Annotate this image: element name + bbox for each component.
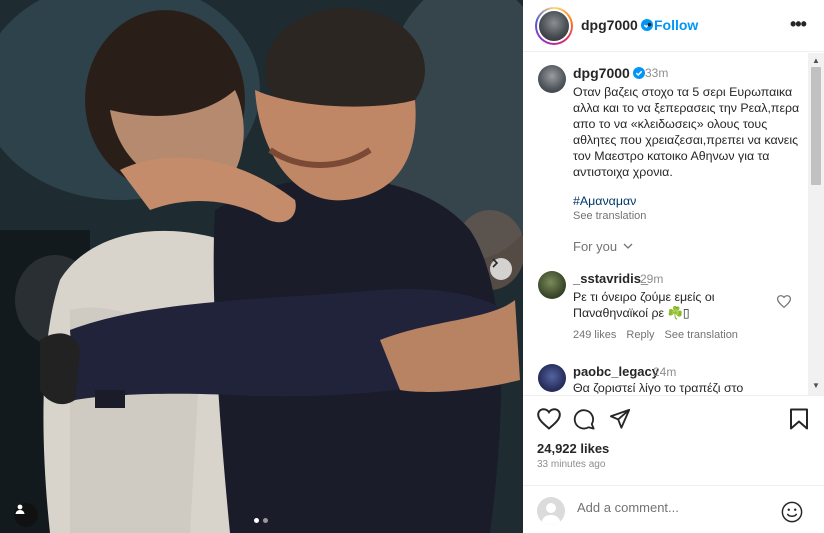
scroll-up-icon[interactable]: ▲ — [812, 56, 820, 65]
chevron-down-icon — [623, 243, 633, 249]
more-icon[interactable]: ••• — [790, 14, 807, 35]
author-username[interactable]: dpg7000 — [581, 17, 653, 33]
post-timestamp: 33 minutes ago — [537, 459, 606, 470]
comment-time: 24m — [653, 365, 677, 379]
post-actions: 24,922 likes 33 minutes ago — [523, 395, 824, 485]
see-translation-link[interactable]: See translation — [573, 210, 646, 222]
likes-count[interactable]: 24,922 likes — [537, 441, 609, 456]
carousel-dots — [254, 518, 268, 523]
comment-likes[interactable]: 249 likes — [573, 329, 616, 341]
separator-dot: • — [647, 16, 652, 32]
scroll-thumb[interactable] — [811, 67, 821, 185]
comments-scrollbar[interactable]: ▲ ▼ — [808, 53, 824, 395]
share-icon[interactable] — [609, 408, 631, 430]
comment-username[interactable]: paobc_legacy — [573, 364, 659, 379]
comment-text: Θα ζοριστεί λίγο το τραπέζι στο — [573, 381, 744, 395]
reply-button[interactable]: Reply — [626, 329, 654, 341]
post-photo[interactable] — [0, 0, 523, 533]
caption-text: Οταν βαζεις στοχο τα 5 σερι Ευρωπαικα αλ… — [573, 85, 800, 179]
comment-time: 29m — [640, 272, 664, 286]
heart-icon[interactable] — [777, 295, 791, 308]
caption-time: 33m — [645, 66, 669, 80]
verified-icon — [632, 67, 645, 79]
comment-username[interactable]: _sstavridis_ — [573, 271, 648, 286]
caption-username[interactable]: dpg7000 — [573, 65, 645, 81]
carousel-dot-active — [254, 518, 259, 523]
follow-button[interactable]: Follow — [654, 17, 698, 33]
photo-illustration — [0, 0, 523, 533]
next-arrow-icon[interactable] — [490, 258, 512, 280]
see-translation-link[interactable]: See translation — [665, 329, 738, 341]
post-details-pane: dpg7000 • Follow ••• dpg7000 33m Οταν βα… — [523, 0, 824, 533]
post-header: dpg7000 • Follow ••• — [523, 0, 824, 52]
bookmark-icon[interactable] — [789, 408, 809, 430]
caption-hashtag[interactable]: #Αμαναμαν — [573, 194, 636, 208]
carousel-dot — [263, 518, 268, 523]
for-you-dropdown[interactable]: For you — [573, 239, 633, 254]
avatar[interactable] — [538, 65, 566, 93]
heart-icon[interactable] — [537, 408, 561, 430]
user-tag-icon[interactable] — [14, 503, 38, 527]
avatar — [537, 497, 565, 525]
emoji-icon[interactable] — [781, 501, 803, 523]
add-comment-bar — [523, 485, 824, 533]
comment-input[interactable] — [577, 500, 777, 515]
scroll-down-icon[interactable]: ▼ — [812, 381, 820, 390]
comments-list[interactable]: dpg7000 33m Οταν βαζεις στοχο τα 5 σερι … — [523, 53, 824, 395]
avatar[interactable] — [538, 364, 566, 392]
avatar[interactable] — [535, 7, 573, 45]
comment-meta: 249 likes Reply See translation — [573, 329, 738, 341]
comment-icon[interactable] — [573, 408, 595, 430]
avatar[interactable] — [538, 271, 566, 299]
comment-text: Ρε τι όνειρο ζούμε εμείς οι Παναθηναϊκοί… — [573, 290, 715, 320]
